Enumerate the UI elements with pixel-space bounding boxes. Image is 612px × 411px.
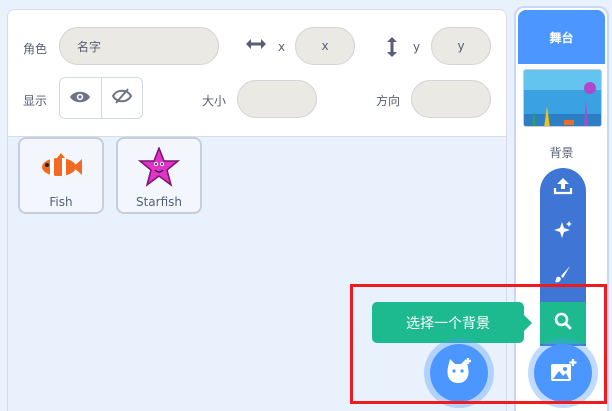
sprite-label: 角色	[23, 42, 48, 56]
upload-backdrop-button[interactable]	[540, 168, 586, 208]
backdrop-add-icon	[548, 358, 578, 388]
y-label: y	[413, 40, 421, 54]
vertical-arrows-icon	[385, 36, 399, 62]
x-input[interactable]: x	[295, 27, 355, 65]
eye-slash-icon	[111, 87, 133, 109]
sprite-tile-starfish[interactable]: Starfish	[116, 137, 202, 214]
sprite-editor-screen: 角色 名字 x x y y 显示 大小 方向 Fish Starfish 舞台 …	[0, 0, 612, 411]
direction-label: 方向	[376, 94, 401, 108]
y-input[interactable]: y	[431, 27, 491, 65]
backdrop-thumbnail[interactable]	[523, 69, 602, 127]
paint-backdrop-button[interactable]	[540, 256, 586, 296]
show-label: 显示	[23, 94, 48, 108]
cat-add-icon	[444, 357, 474, 389]
eye-icon	[69, 89, 91, 108]
surprise-icon	[553, 220, 573, 244]
sprite-info-panel: 角色 名字 x x y y 显示 大小 方向	[8, 10, 506, 137]
starfish-icon	[118, 147, 200, 187]
search-icon	[554, 312, 572, 334]
choose-sprite-button[interactable]	[430, 344, 488, 402]
surprise-backdrop-button[interactable]	[540, 212, 586, 252]
hide-button[interactable]	[100, 78, 143, 118]
stage-header: 舞台	[518, 10, 605, 64]
x-label: x	[278, 40, 286, 54]
choose-backdrop-button[interactable]	[534, 344, 592, 402]
sprite-name: Starfish	[135, 195, 183, 209]
sprite-tile-fish[interactable]: Fish	[18, 137, 104, 214]
sprite-name: Fish	[49, 195, 73, 209]
choose-backdrop-search-button[interactable]	[540, 302, 586, 344]
size-input[interactable]	[237, 80, 317, 118]
choose-backdrop-tooltip: 选择一个背景	[372, 302, 532, 343]
upload-icon	[553, 177, 573, 199]
show-button[interactable]	[60, 78, 101, 118]
paint-icon	[554, 265, 572, 287]
backdrop-label: 背景	[549, 146, 574, 160]
size-label: 大小	[202, 94, 227, 108]
horizontal-arrows-icon	[245, 36, 267, 56]
direction-input[interactable]	[411, 80, 491, 118]
sprite-name-input[interactable]: 名字	[59, 27, 219, 65]
clownfish-icon	[20, 147, 102, 187]
visibility-toggle	[59, 77, 143, 119]
